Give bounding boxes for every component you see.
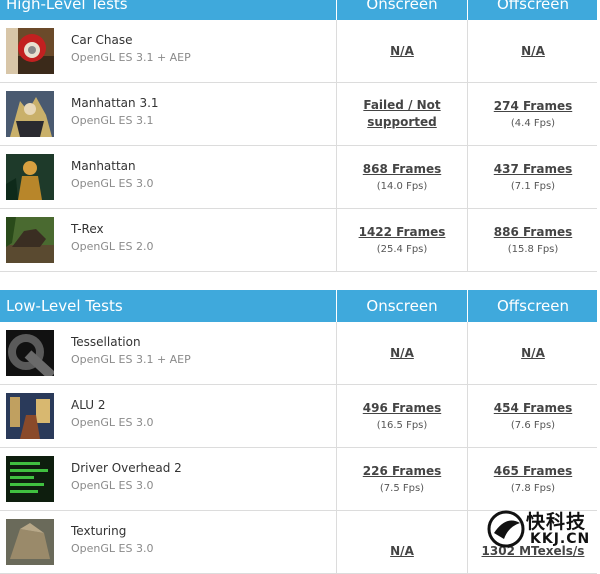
texturing-thumbnail — [6, 519, 54, 565]
manhattan-thumbnail — [6, 154, 54, 200]
alu-2-thumbnail — [6, 393, 54, 439]
high-level-header: High-Level Tests Onscreen Offscreen — [0, 0, 597, 20]
onscreen-result-link[interactable]: 868 Frames — [363, 161, 441, 178]
onscreen-column-header: Onscreen — [336, 0, 467, 20]
test-api: OpenGL ES 3.0 — [71, 542, 154, 555]
onscreen-fps: (7.5 Fps) — [379, 483, 425, 494]
test-name: Texturing — [71, 524, 127, 538]
watermark-sub: KKJ.CN — [530, 531, 591, 547]
onscreen-result-link[interactable]: 1422 Frames — [359, 224, 446, 241]
test-api: OpenGL ES 3.1 — [71, 114, 154, 127]
test-name: Car Chase — [71, 33, 133, 47]
test-name: Tessellation — [71, 335, 141, 349]
test-api: OpenGL ES 3.0 — [71, 416, 154, 429]
car-chase-thumbnail — [6, 28, 54, 74]
offscreen-fps: (15.8 Fps) — [507, 244, 559, 255]
test-row-t-rex: T-Rex OpenGL ES 2.0 1422 Frames (25.4 Fp… — [0, 209, 597, 272]
test-api: OpenGL ES 3.1 + AEP — [71, 51, 191, 64]
test-name: Driver Overhead 2 — [71, 461, 182, 475]
test-api: OpenGL ES 3.0 — [71, 479, 154, 492]
offscreen-result-link[interactable]: 465 Frames — [494, 463, 572, 480]
section-title: High-Level Tests — [6, 0, 128, 13]
offscreen-fps: (7.8 Fps) — [510, 483, 556, 494]
test-row-manhattan: Manhattan OpenGL ES 3.0 868 Frames (14.0… — [0, 146, 597, 209]
onscreen-result-link[interactable]: 496 Frames — [363, 400, 441, 417]
test-name: Manhattan — [71, 159, 136, 173]
low-level-header: Low-Level Tests Onscreen Offscreen — [0, 290, 597, 322]
onscreen-fps: (16.5 Fps) — [376, 420, 428, 431]
test-row-manhattan-31: Manhattan 3.1 OpenGL ES 3.1 Failed / Not… — [0, 83, 597, 146]
offscreen-result-link[interactable]: N/A — [521, 43, 545, 60]
test-name: T-Rex — [71, 222, 104, 236]
t-rex-thumbnail — [6, 217, 54, 263]
offscreen-result-link[interactable]: 454 Frames — [494, 400, 572, 417]
manhattan-31-thumbnail — [6, 91, 54, 137]
test-api: OpenGL ES 2.0 — [71, 240, 154, 253]
offscreen-column-header: Offscreen — [467, 0, 598, 20]
onscreen-result-link[interactable]: N/A — [390, 345, 414, 362]
offscreen-result-link[interactable]: N/A — [521, 345, 545, 362]
kkj-watermark: 快科技 KKJ.CN — [486, 507, 596, 551]
test-row-tessellation: Tessellation OpenGL ES 3.1 + AEP N/A N/A — [0, 322, 597, 385]
offscreen-fps: (7.6 Fps) — [510, 420, 556, 431]
test-row-alu-2: ALU 2 OpenGL ES 3.0 496 Frames (16.5 Fps… — [0, 385, 597, 448]
onscreen-result-link[interactable]: N/A — [390, 543, 414, 560]
onscreen-result-link[interactable]: 226 Frames — [363, 463, 441, 480]
test-name: ALU 2 — [71, 398, 106, 412]
test-row-driver-overhead-2: Driver Overhead 2 OpenGL ES 3.0 226 Fram… — [0, 448, 597, 511]
offscreen-fps: (7.1 Fps) — [510, 181, 556, 192]
offscreen-result-link[interactable]: 886 Frames — [494, 224, 572, 241]
offscreen-result-link[interactable]: 437 Frames — [494, 161, 572, 178]
offscreen-fps: (4.4 Fps) — [510, 118, 556, 129]
test-api: OpenGL ES 3.0 — [71, 177, 154, 190]
onscreen-fps: (14.0 Fps) — [376, 181, 428, 192]
test-row-car-chase: Car Chase OpenGL ES 3.1 + AEP N/A N/A — [0, 20, 597, 83]
test-name: Manhattan 3.1 — [71, 96, 159, 110]
driver-overhead-2-thumbnail — [6, 456, 54, 502]
onscreen-column-header: Onscreen — [336, 290, 467, 322]
onscreen-fps: (25.4 Fps) — [376, 244, 428, 255]
section-title: Low-Level Tests — [6, 297, 123, 315]
tessellation-thumbnail — [6, 330, 54, 376]
offscreen-column-header: Offscreen — [467, 290, 598, 322]
watermark-text: 快科技 — [526, 511, 587, 533]
kkj-logo-icon — [487, 510, 525, 548]
onscreen-result-link[interactable]: Failed / Not supported — [357, 97, 447, 131]
onscreen-result-link[interactable]: N/A — [390, 43, 414, 60]
test-api: OpenGL ES 3.1 + AEP — [71, 353, 191, 366]
offscreen-result-link[interactable]: 274 Frames — [494, 98, 572, 115]
